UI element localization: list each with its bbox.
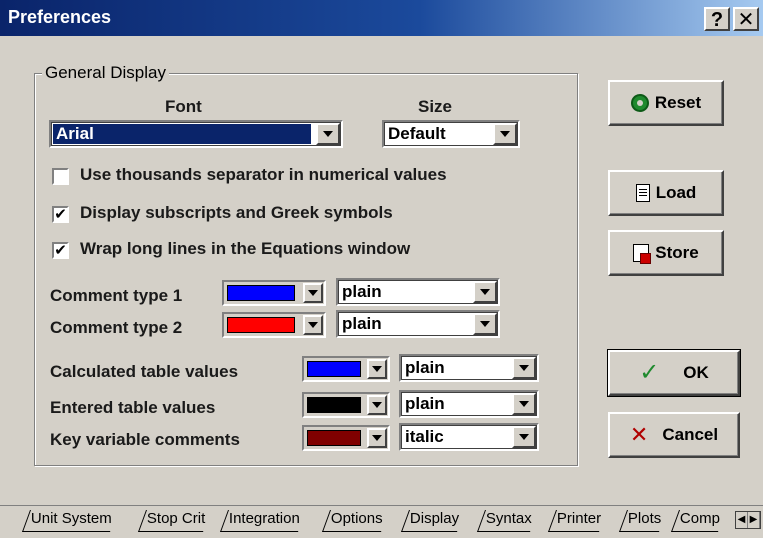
- close-button[interactable]: ✕: [733, 7, 759, 31]
- chevron-left-icon[interactable]: ◀: [736, 512, 748, 528]
- style-value: plain: [405, 358, 445, 377]
- comment-type-1-label: Comment type 1: [50, 286, 183, 305]
- comment-type-2-style[interactable]: plain: [336, 310, 500, 338]
- color-swatch: [227, 285, 295, 301]
- thousands-separator-checkbox[interactable]: [52, 168, 69, 185]
- color-swatch: [307, 397, 361, 413]
- reset-label: Reset: [654, 93, 702, 112]
- tab-label: Printer: [556, 510, 602, 527]
- x-icon: ✕: [629, 422, 649, 447]
- tab-label: Comp: [679, 510, 720, 527]
- thousands-separator-label: Use thousands separator in numerical val…: [80, 165, 447, 184]
- chevron-right-icon[interactable]: ▶: [748, 512, 760, 528]
- wrap-lines-checkbox[interactable]: ✔: [52, 242, 69, 259]
- font-select[interactable]: Arial: [49, 120, 343, 148]
- size-caption: Size: [418, 97, 453, 116]
- chevron-down-icon[interactable]: [303, 315, 323, 335]
- comment-type-2-color[interactable]: [222, 312, 326, 338]
- tab-plots[interactable]: Plots: [618, 510, 668, 532]
- tab-integration[interactable]: Integration: [219, 510, 306, 532]
- load-icon: [635, 184, 650, 202]
- tab-comp[interactable]: Comp: [670, 510, 727, 532]
- size-select[interactable]: Default: [382, 120, 520, 148]
- tab-label: Plots: [627, 510, 662, 527]
- tab-label: Stop Crit: [146, 510, 206, 527]
- tab-label: Integration: [228, 510, 300, 527]
- calculated-table-values-color[interactable]: [302, 356, 390, 382]
- style-value: plain: [405, 394, 445, 413]
- ok-button[interactable]: ✓ OK: [607, 349, 741, 397]
- store-icon: [633, 244, 652, 264]
- entered-table-values-color[interactable]: [302, 392, 390, 418]
- tab-unit-system[interactable]: Unit System: [21, 510, 118, 532]
- chevron-down-icon[interactable]: [512, 393, 536, 415]
- style-value: plain: [342, 282, 382, 301]
- reset-icon: [630, 94, 649, 112]
- ok-label: OK: [683, 363, 709, 382]
- store-label: Store: [655, 243, 699, 262]
- font-select-value: Arial: [53, 124, 311, 144]
- tab-label: Unit System: [30, 510, 112, 527]
- chevron-down-icon[interactable]: [316, 123, 340, 145]
- load-button[interactable]: Load: [608, 170, 724, 216]
- calculated-table-values-style[interactable]: plain: [399, 354, 539, 382]
- tab-scroll-buttons[interactable]: ◀ ▶: [735, 511, 761, 529]
- tab-strip: Unit System Stop Crit Integration Option…: [0, 505, 763, 538]
- general-display-label: General Display: [42, 63, 169, 83]
- chevron-down-icon[interactable]: [367, 359, 387, 379]
- style-value: plain: [342, 314, 382, 333]
- chevron-down-icon[interactable]: [367, 395, 387, 415]
- title-bar: Preferences ? ✕: [0, 0, 763, 36]
- cancel-button[interactable]: ✕ Cancel: [608, 412, 740, 458]
- comment-type-1-color[interactable]: [222, 280, 326, 306]
- store-button[interactable]: Store: [608, 230, 724, 276]
- chevron-down-icon[interactable]: [493, 123, 517, 145]
- chevron-down-icon[interactable]: [512, 357, 536, 379]
- calculated-table-values-label: Calculated table values: [50, 362, 239, 381]
- chevron-down-icon[interactable]: [512, 426, 536, 448]
- entered-table-values-style[interactable]: plain: [399, 390, 539, 418]
- checkmark-icon: ✓: [639, 359, 660, 386]
- chevron-down-icon[interactable]: [303, 283, 323, 303]
- entered-table-values-label: Entered table values: [50, 398, 216, 417]
- color-swatch: [227, 317, 295, 333]
- chevron-down-icon[interactable]: [473, 313, 497, 335]
- subscripts-checkbox[interactable]: ✔: [52, 206, 69, 223]
- tab-printer[interactable]: Printer: [547, 510, 608, 532]
- key-variable-comments-color[interactable]: [302, 425, 390, 451]
- comment-type-2-label: Comment type 2: [50, 318, 183, 337]
- tab-syntax[interactable]: Syntax: [476, 510, 538, 532]
- tab-stop-crit[interactable]: Stop Crit: [137, 510, 212, 532]
- tab-options[interactable]: Options: [321, 510, 389, 532]
- chevron-down-icon[interactable]: [367, 428, 387, 448]
- size-select-value: Default: [388, 124, 446, 143]
- tab-label: Options: [330, 510, 383, 527]
- wrap-lines-label: Wrap long lines in the Equations window: [80, 239, 411, 258]
- comment-type-1-style[interactable]: plain: [336, 278, 500, 306]
- key-variable-comments-style[interactable]: italic: [399, 423, 539, 451]
- reset-button[interactable]: Reset: [608, 80, 724, 126]
- tab-label: Display: [409, 510, 460, 527]
- key-variable-comments-label: Key variable comments: [50, 430, 240, 449]
- chevron-down-icon[interactable]: [473, 281, 497, 303]
- cancel-label: Cancel: [662, 425, 719, 444]
- style-value: italic: [405, 427, 444, 446]
- tab-display[interactable]: Display: [400, 510, 466, 532]
- load-label: Load: [655, 183, 697, 202]
- help-button[interactable]: ?: [704, 7, 730, 31]
- font-caption: Font: [165, 97, 202, 116]
- tab-label: Syntax: [485, 510, 532, 527]
- subscripts-label: Display subscripts and Greek symbols: [80, 203, 393, 222]
- color-swatch: [307, 430, 361, 446]
- window-title: Preferences: [8, 7, 112, 27]
- color-swatch: [307, 361, 361, 377]
